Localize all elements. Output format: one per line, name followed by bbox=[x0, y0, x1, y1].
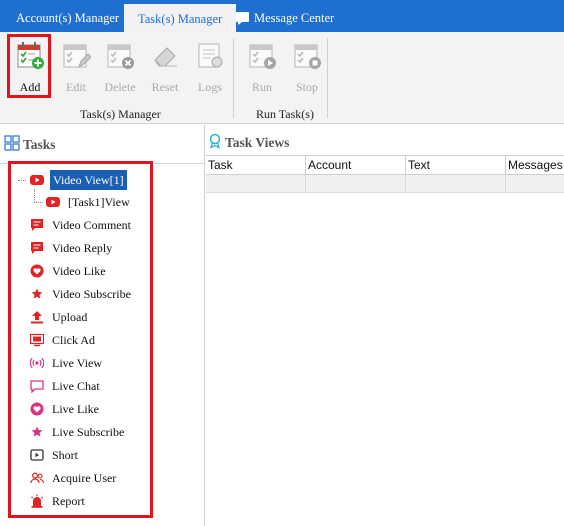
task-item-label: Live Chat bbox=[52, 379, 100, 393]
logs-button[interactable]: Logs bbox=[190, 38, 230, 96]
task-views-grid-header: Task Account Text Messages bbox=[206, 155, 564, 175]
tab-tasks-manager[interactable]: Task(s) Manager bbox=[124, 4, 237, 32]
task-item-label: Video Like bbox=[52, 264, 106, 278]
shorts-play-icon bbox=[30, 449, 44, 461]
task-item-label: Short bbox=[52, 448, 79, 462]
broadcast-icon bbox=[30, 357, 44, 369]
badge-icon bbox=[209, 133, 221, 149]
column-header-task[interactable]: Task bbox=[206, 156, 306, 175]
reset-label: Reset bbox=[151, 80, 179, 94]
task-item-label: Video Reply bbox=[52, 241, 113, 255]
task-views-title: Task Views bbox=[208, 133, 289, 151]
run-button[interactable]: Run bbox=[242, 38, 282, 96]
ribbon-toolbar: Add Edit Delete Reset Logs Run Stop Task… bbox=[0, 32, 564, 124]
ad-icon bbox=[30, 333, 44, 347]
tasks-pane-title: Tasks bbox=[4, 135, 56, 153]
column-header-text[interactable]: Text bbox=[406, 156, 506, 175]
table-cell bbox=[406, 175, 506, 193]
task-views-pane: Task Views Task Account Text Messages bbox=[206, 125, 564, 526]
tree-connector bbox=[34, 202, 43, 203]
tab-accounts-manager[interactable]: Account(s) Manager bbox=[2, 0, 133, 32]
run-task-icon bbox=[249, 44, 276, 69]
tasks-pane: Tasks Video View[1] [Task1]View Video Co… bbox=[0, 125, 205, 526]
group-label-run-tasks: Run Task(s) bbox=[256, 107, 314, 121]
tree-connector bbox=[34, 189, 35, 202]
table-row[interactable] bbox=[206, 175, 564, 193]
heart-icon bbox=[30, 264, 44, 278]
tab-label: Account(s) Manager bbox=[16, 11, 120, 25]
tasks-title-text: Tasks bbox=[23, 137, 56, 152]
run-label: Run bbox=[251, 80, 272, 94]
edit-button[interactable]: Edit bbox=[56, 38, 96, 96]
delete-task-icon bbox=[107, 44, 134, 69]
logs-label: Logs bbox=[198, 80, 222, 94]
table-cell bbox=[506, 175, 564, 193]
reset-eraser-icon bbox=[154, 47, 177, 67]
task-item-label: Live Like bbox=[52, 402, 99, 416]
edit-label: Edit bbox=[66, 80, 86, 94]
chat-icon bbox=[30, 380, 44, 393]
add-button[interactable]: Add bbox=[10, 38, 50, 96]
message-icon bbox=[236, 12, 249, 25]
task-item-label: Upload bbox=[52, 310, 88, 324]
comment-icon bbox=[31, 219, 43, 231]
task-item-label: Video Comment bbox=[52, 218, 131, 232]
edit-task-icon bbox=[63, 44, 91, 69]
group-label-tasks-manager: Task(s) Manager bbox=[80, 107, 161, 121]
alarm-icon bbox=[31, 494, 43, 508]
users-icon bbox=[30, 472, 44, 484]
task-item-label: Video View[1] bbox=[50, 170, 127, 190]
task-item-label: Click Ad bbox=[52, 333, 96, 347]
ribbon-separator bbox=[327, 38, 328, 118]
reset-button[interactable]: Reset bbox=[145, 38, 185, 96]
upload-icon bbox=[31, 311, 43, 324]
logs-icon bbox=[198, 43, 223, 68]
youtube-icon bbox=[30, 175, 44, 185]
star-icon bbox=[31, 426, 43, 437]
reply-icon bbox=[31, 242, 43, 254]
stop-button[interactable]: Stop bbox=[287, 38, 327, 96]
table-cell bbox=[206, 175, 306, 193]
task-item-label: Live View bbox=[52, 356, 103, 370]
tree-connector bbox=[18, 180, 26, 181]
task-views-title-text: Task Views bbox=[225, 135, 290, 150]
delete-label: Delete bbox=[104, 80, 136, 94]
tab-label: Task(s) Manager bbox=[138, 12, 223, 26]
delete-button[interactable]: Delete bbox=[100, 38, 140, 96]
add-task-icon bbox=[17, 42, 44, 69]
add-label: Add bbox=[19, 80, 41, 94]
task-item-label: Video Subscribe bbox=[52, 287, 131, 301]
tasks-grid-icon bbox=[4, 135, 20, 151]
stop-label: Stop bbox=[295, 80, 318, 94]
column-header-account[interactable]: Account bbox=[306, 156, 406, 175]
task-item-label: Acquire User bbox=[52, 471, 117, 485]
task-item-label: [Task1]View bbox=[68, 195, 130, 209]
ribbon-separator bbox=[233, 38, 234, 118]
stop-task-icon bbox=[294, 44, 321, 69]
tab-label: Message Center bbox=[254, 11, 335, 25]
youtube-icon bbox=[46, 197, 60, 207]
task-item-label: Report bbox=[52, 494, 85, 508]
heart-icon bbox=[30, 402, 44, 416]
top-tab-bar: Account(s) Manager Task(s) Manager Messa… bbox=[0, 0, 564, 32]
tab-message-center[interactable]: Message Center bbox=[222, 0, 348, 32]
star-icon bbox=[31, 288, 43, 299]
table-cell bbox=[306, 175, 406, 193]
task-item-label: Live Subscribe bbox=[52, 425, 125, 439]
column-header-messages[interactable]: Messages bbox=[506, 156, 564, 175]
